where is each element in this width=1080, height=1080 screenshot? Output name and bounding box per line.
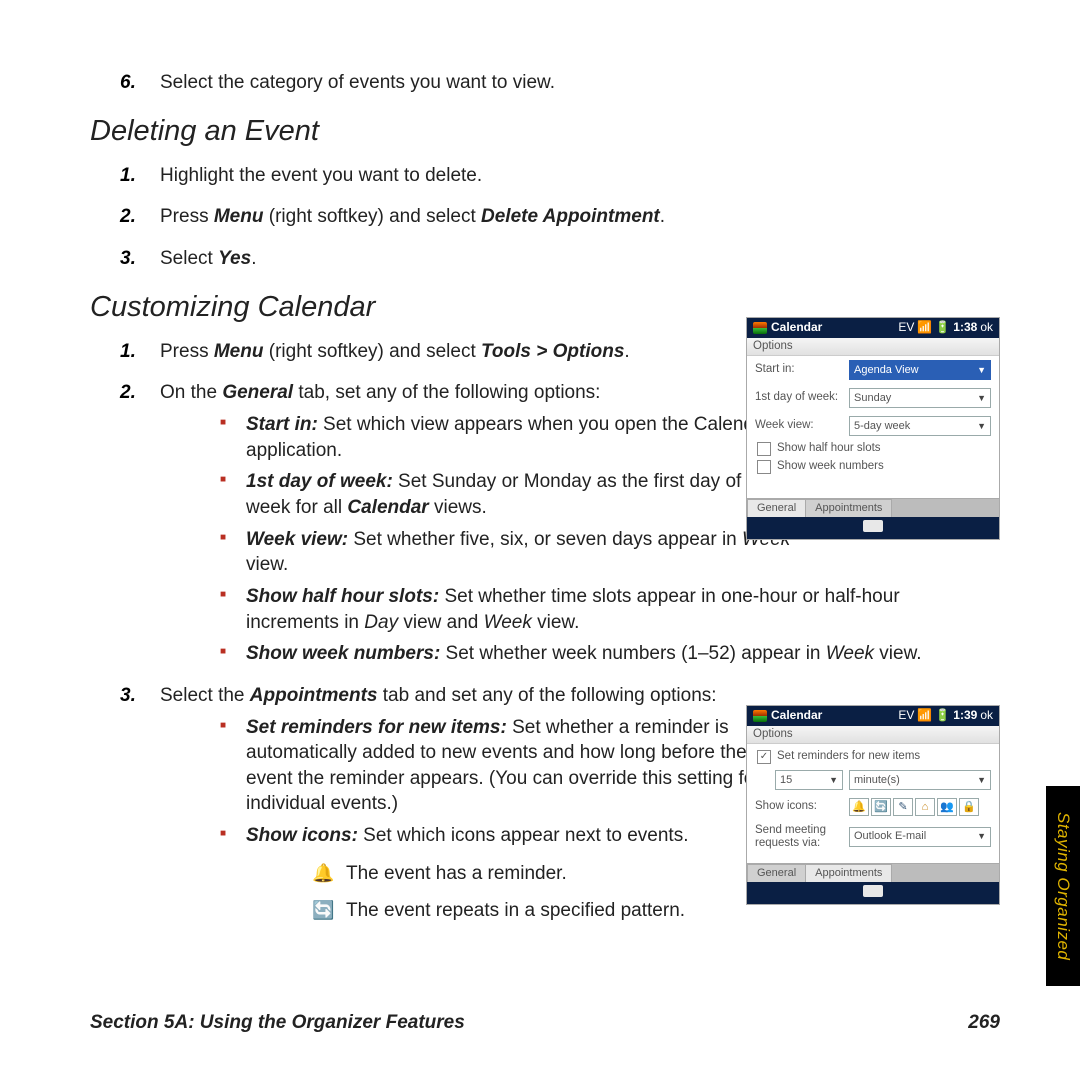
- step-text: Press Menu (right softkey) and select To…: [160, 341, 630, 362]
- private-icon[interactable]: 🔒: [959, 798, 979, 816]
- label: 1st day of week:: [755, 391, 849, 404]
- tab-appointments[interactable]: Appointments: [805, 864, 892, 882]
- label: Send meeting requests via:: [755, 824, 849, 849]
- signal-icon: 📶: [917, 321, 932, 335]
- subtitle: Options: [747, 338, 999, 356]
- windows-icon: [753, 322, 767, 334]
- titlebar: Calendar EV 📶 🔋 1:38 ok: [747, 318, 999, 338]
- send-requests-select[interactable]: Outlook E-mail▼: [849, 827, 991, 847]
- ev-icon: EV: [898, 709, 914, 723]
- ok-button[interactable]: ok: [980, 321, 993, 335]
- icon-text: The event has a reminder.: [346, 863, 567, 884]
- icon-meaning-list: 🔔 The event has a reminder. 🔄 The event …: [312, 861, 791, 924]
- app-title: Calendar: [771, 709, 822, 723]
- opt: Start in: Set which view appears when yo…: [220, 412, 791, 463]
- reminder-icon: 🔔: [312, 861, 334, 885]
- battery-icon: 🔋: [935, 709, 950, 723]
- ev-icon: EV: [898, 321, 914, 335]
- titlebar: Calendar EV 📶 🔋 1:39 ok: [747, 706, 999, 726]
- step-number: 3.: [120, 683, 136, 709]
- icon-line: 🔄 The event repeats in a specified patte…: [312, 898, 791, 924]
- del-step: 1. Highlight the event you want to delet…: [120, 163, 990, 189]
- heading-deleting: Deleting an Event: [90, 112, 990, 151]
- repeat-icon[interactable]: 🔄: [871, 798, 891, 816]
- label: Show icons:: [755, 800, 849, 813]
- step-number: 2.: [120, 380, 136, 406]
- windows-icon: [753, 710, 767, 722]
- opt: Week view: Set whether five, six, or sev…: [220, 527, 791, 578]
- opt: Show week numbers: Set whether week numb…: [220, 641, 990, 667]
- week-view-select[interactable]: 5-day week▼: [849, 416, 991, 436]
- reminder-num-select[interactable]: 15▼: [775, 770, 843, 790]
- step-text: On the General tab, set any of the follo…: [160, 382, 600, 403]
- tab-appointments[interactable]: Appointments: [805, 499, 892, 517]
- chk-label: Show week numbers: [777, 460, 884, 473]
- keyboard-icon[interactable]: [863, 885, 883, 897]
- checkbox[interactable]: ✓: [757, 750, 771, 764]
- step-number: 1.: [120, 163, 136, 189]
- note-icon[interactable]: ✎: [893, 798, 913, 816]
- step-6: 6. Select the category of events you wan…: [120, 70, 990, 96]
- battery-icon: 🔋: [935, 321, 950, 335]
- reminder-unit-select[interactable]: minute(s)▼: [849, 770, 991, 790]
- footer-left: Section 5A: Using the Organizer Features: [90, 1012, 465, 1034]
- repeat-icon: 🔄: [312, 898, 334, 922]
- section-side-tab: Staying Organized: [1046, 786, 1080, 986]
- ok-button[interactable]: ok: [980, 709, 993, 723]
- chevron-down-icon: ▼: [977, 831, 986, 841]
- tab-general[interactable]: General: [747, 864, 806, 882]
- step-text: Select the Appointments tab and set any …: [160, 685, 717, 706]
- label: Week view:: [755, 419, 849, 432]
- clock: 1:39: [953, 709, 977, 723]
- step-text: Select Yes.: [160, 248, 256, 269]
- app-title: Calendar: [771, 321, 822, 335]
- attendees-icon[interactable]: 👥: [937, 798, 957, 816]
- step-number: 6.: [120, 70, 136, 96]
- chevron-down-icon: ▼: [829, 775, 838, 785]
- screenshot-general-options: Calendar EV 📶 🔋 1:38 ok Options Start in…: [746, 317, 1000, 540]
- tabs: General Appointments: [747, 863, 999, 882]
- opt: Show icons: Set which icons appear next …: [220, 823, 791, 924]
- tabs: General Appointments: [747, 498, 999, 517]
- first-day-select[interactable]: Sunday▼: [849, 388, 991, 408]
- step-text: Highlight the event you want to delete.: [160, 165, 482, 186]
- step-number: 1.: [120, 339, 136, 365]
- opt: 1st day of week: Set Sunday or Monday as…: [220, 469, 791, 520]
- step-number: 3.: [120, 246, 136, 272]
- opt: Set reminders for new items: Set whether…: [220, 715, 791, 818]
- step-text: Press Menu (right softkey) and select De…: [160, 206, 665, 227]
- chevron-down-icon: ▼: [977, 365, 986, 375]
- icon-toggle-row: 🔔 🔄 ✎ ⌂ 👥 🔒: [849, 798, 979, 816]
- chevron-down-icon: ▼: [977, 421, 986, 431]
- page-number: 269: [968, 1012, 1000, 1034]
- del-step: 3. Select Yes.: [120, 246, 990, 272]
- deleting-steps: 1. Highlight the event you want to delet…: [120, 163, 990, 272]
- chk-label: Set reminders for new items: [777, 750, 920, 763]
- icon-text: The event repeats in a specified pattern…: [346, 900, 685, 921]
- opt: Show half hour slots: Set whether time s…: [220, 584, 990, 635]
- checkbox[interactable]: [757, 460, 771, 474]
- chk-label: Show half hour slots: [777, 442, 881, 455]
- page-footer: Section 5A: Using the Organizer Features…: [90, 1012, 1000, 1034]
- checkbox[interactable]: [757, 442, 771, 456]
- screenshot-appointments-options: Calendar EV 📶 🔋 1:39 ok Options ✓ Set rem…: [746, 705, 1000, 905]
- side-tab-label: Staying Organized: [1053, 812, 1073, 960]
- signal-icon: 📶: [917, 709, 932, 723]
- label: Start in:: [755, 363, 849, 376]
- step-number: 2.: [120, 204, 136, 230]
- icon-line: 🔔 The event has a reminder.: [312, 861, 791, 887]
- clock: 1:38: [953, 321, 977, 335]
- step-text: Select the category of events you want t…: [160, 72, 555, 93]
- del-step: 2. Press Menu (right softkey) and select…: [120, 204, 990, 230]
- tab-general[interactable]: General: [747, 499, 806, 517]
- start-in-select[interactable]: Agenda View▼: [849, 360, 991, 380]
- step-list-pre: 6. Select the category of events you wan…: [120, 70, 990, 96]
- reminder-icon[interactable]: 🔔: [849, 798, 869, 816]
- chevron-down-icon: ▼: [977, 393, 986, 403]
- keyboard-icon[interactable]: [863, 520, 883, 532]
- location-icon[interactable]: ⌂: [915, 798, 935, 816]
- subtitle: Options: [747, 726, 999, 744]
- chevron-down-icon: ▼: [977, 775, 986, 785]
